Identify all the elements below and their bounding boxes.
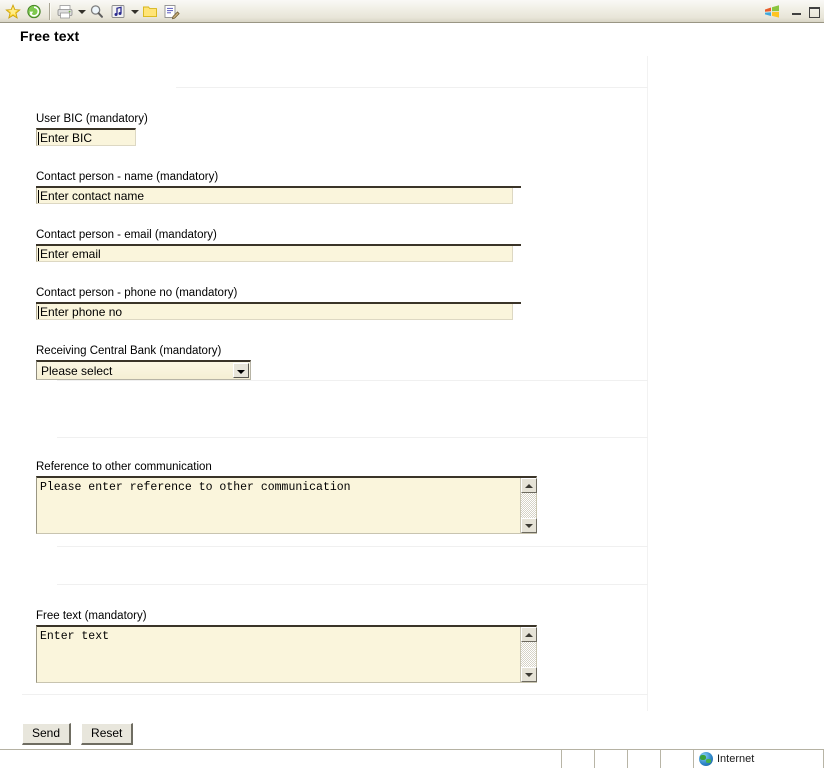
- favorites-star-icon[interactable]: [3, 2, 23, 21]
- send-button[interactable]: Send: [22, 723, 72, 745]
- field-free-text: Free text (mandatory) Enter text: [36, 609, 537, 683]
- user-bic-input[interactable]: [36, 128, 136, 146]
- field-reference-other-communication: Reference to other communication Please …: [36, 460, 537, 534]
- field-top-rule: [36, 186, 521, 188]
- form-actions: Send Reset: [22, 723, 134, 745]
- scroll-down-arrow-icon[interactable]: [521, 518, 537, 533]
- scroll-down-arrow-icon[interactable]: [521, 667, 537, 682]
- media-icon[interactable]: [108, 2, 128, 21]
- toolbar-right-group: [762, 0, 824, 23]
- field-receiving-central-bank: Receiving Central Bank (mandatory) Pleas…: [36, 344, 251, 380]
- window-restore-button[interactable]: [806, 4, 821, 19]
- receiving-central-bank-select[interactable]: Please select: [36, 360, 251, 380]
- page-title: Free text: [20, 28, 80, 44]
- scroll-up-arrow-icon[interactable]: [521, 478, 537, 493]
- print-icon[interactable]: [55, 2, 75, 21]
- section-divider-top: [176, 87, 648, 88]
- textarea-scrollbar[interactable]: [520, 478, 537, 533]
- input-wrap-contact-phone: [36, 302, 521, 320]
- field-contact-email: Contact person - email (mandatory): [36, 228, 521, 262]
- input-wrap-user-bic: [36, 128, 148, 146]
- statusbar-zone-label: Internet: [717, 753, 755, 765]
- field-label-contact-email: Contact person - email (mandatory): [36, 229, 217, 241]
- content-panel: User BIC (mandatory) Contact person - na…: [0, 56, 648, 711]
- folder-icon[interactable]: [140, 2, 160, 21]
- free-text-value: Enter text: [40, 630, 110, 643]
- receiving-central-bank-selected-value: Please select: [41, 364, 113, 378]
- statusbar-message-pane: [0, 750, 529, 768]
- history-icon[interactable]: [24, 2, 44, 21]
- textarea-scrollbar[interactable]: [520, 627, 537, 682]
- toolbar-separator: [49, 2, 51, 20]
- browser-window: Free text User BIC (mandatory) Contact p…: [0, 0, 824, 768]
- browser-statusbar: Internet: [0, 749, 824, 768]
- browser-toolbar: [0, 0, 824, 23]
- field-label-contact-phone: Contact person - phone no (mandatory): [36, 287, 238, 299]
- field-label-free-text: Free text (mandatory): [36, 610, 147, 622]
- field-user-bic: User BIC (mandatory): [36, 112, 148, 146]
- edit-icon[interactable]: [161, 2, 181, 21]
- statusbar-security-zone[interactable]: Internet: [694, 750, 824, 768]
- text-caret: [38, 132, 39, 145]
- reference-other-communication-value: Please enter reference to other communic…: [40, 481, 351, 494]
- scroll-up-arrow-icon[interactable]: [521, 627, 537, 642]
- section-divider-after-bank: [57, 380, 648, 381]
- statusbar-pane-1: [529, 750, 562, 768]
- section-divider-before-reference: [57, 437, 648, 438]
- statusbar-pane-4: [628, 750, 661, 768]
- field-contact-name: Contact person - name (mandatory): [36, 170, 521, 204]
- field-top-rule: [36, 244, 521, 246]
- statusbar-pane-3: [595, 750, 628, 768]
- field-label-receiving-central-bank: Receiving Central Bank (mandatory): [36, 345, 222, 357]
- text-caret: [38, 190, 39, 203]
- section-divider-before-free-text: [57, 584, 648, 585]
- input-wrap-contact-name: [36, 186, 521, 204]
- contact-phone-input[interactable]: [36, 302, 513, 320]
- field-top-rule: [36, 302, 521, 304]
- input-wrap-contact-email: [36, 244, 521, 262]
- section-divider-after-reference: [57, 546, 648, 547]
- chevron-down-icon[interactable]: [233, 363, 249, 378]
- contact-email-input[interactable]: [36, 244, 513, 262]
- field-contact-phone: Contact person - phone no (mandatory): [36, 286, 521, 320]
- reset-button[interactable]: Reset: [81, 723, 134, 745]
- internet-zone-globe-icon: [699, 752, 713, 766]
- windows-logo-icon: [762, 2, 782, 21]
- statusbar-pane-2: [562, 750, 595, 768]
- statusbar-pane-5: [661, 750, 694, 768]
- field-label-reference-other-communication: Reference to other communication: [36, 461, 212, 473]
- field-label-user-bic: User BIC (mandatory): [36, 113, 148, 125]
- search-icon[interactable]: [87, 2, 107, 21]
- reference-other-communication-textarea[interactable]: Please enter reference to other communic…: [36, 476, 537, 534]
- print-dropdown-arrow-icon[interactable]: [76, 2, 87, 21]
- contact-name-input[interactable]: [36, 186, 513, 204]
- text-caret: [38, 306, 39, 319]
- text-caret: [38, 248, 39, 261]
- section-divider-bottom: [22, 694, 648, 695]
- media-dropdown-arrow-icon[interactable]: [129, 2, 140, 21]
- field-label-contact-name: Contact person - name (mandatory): [36, 171, 219, 183]
- free-text-textarea[interactable]: Enter text: [36, 625, 537, 683]
- window-minimize-button[interactable]: [789, 4, 804, 19]
